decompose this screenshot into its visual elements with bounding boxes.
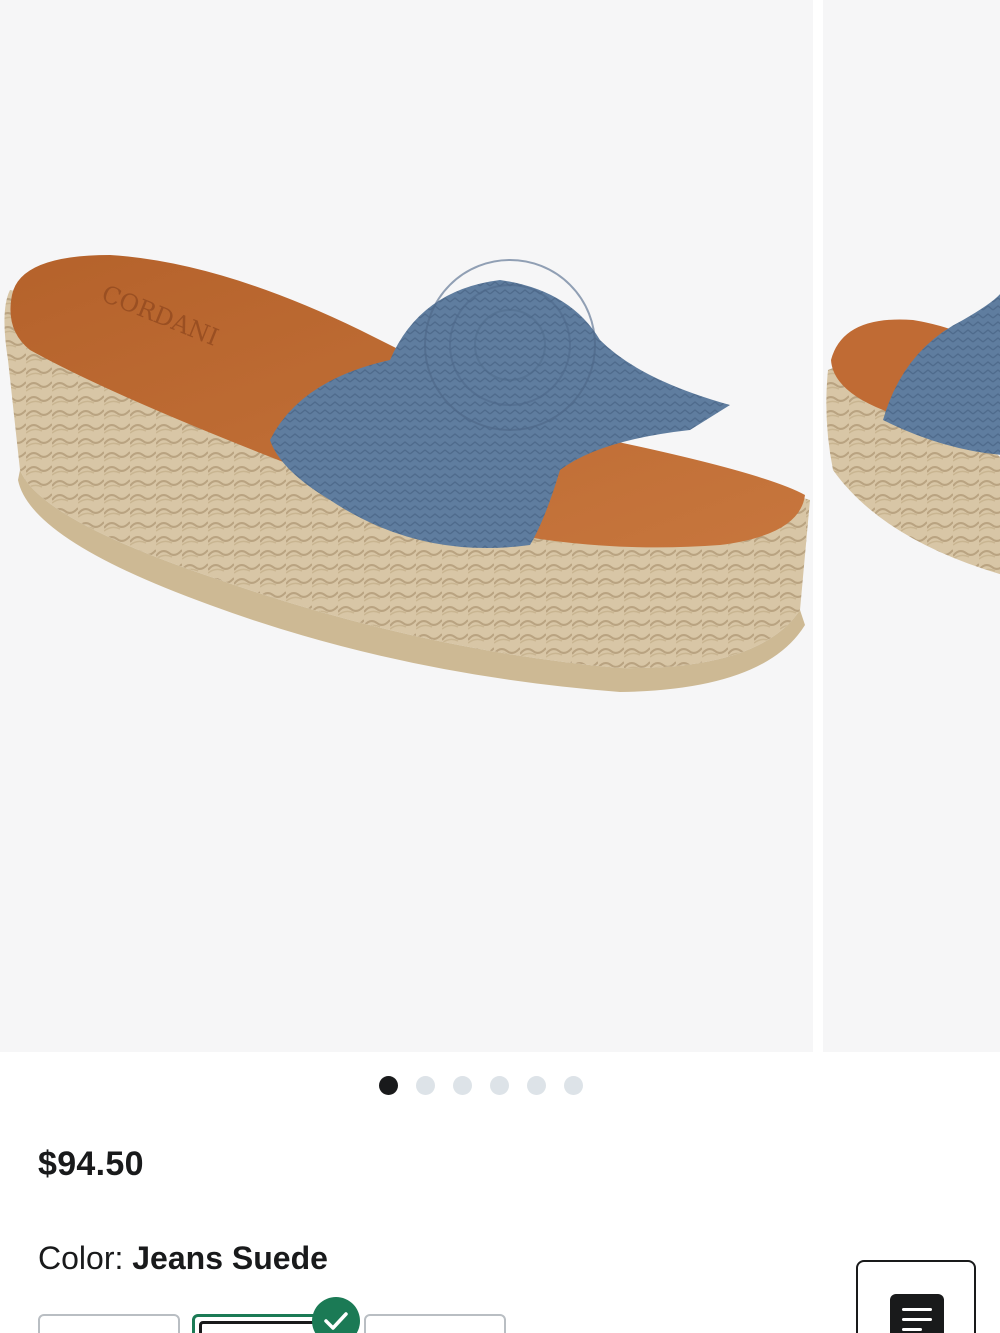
list-icon: [890, 1294, 944, 1333]
carousel-dot[interactable]: [416, 1076, 435, 1095]
product-image-carousel[interactable]: CORDANI: [0, 0, 1000, 1052]
color-value: Jeans Suede: [132, 1240, 328, 1276]
carousel-pagination: [0, 1076, 962, 1095]
sandal-illustration-next: [826, 294, 1000, 575]
next-product-image[interactable]: [823, 0, 1000, 1052]
carousel-dot[interactable]: [564, 1076, 583, 1095]
color-swatch[interactable]: [38, 1314, 180, 1333]
carousel-dot[interactable]: [379, 1076, 398, 1095]
sandal-illustration: CORDANI: [4, 255, 810, 692]
product-price: $94.50: [38, 1145, 144, 1183]
carousel-dot[interactable]: [453, 1076, 472, 1095]
color-swatch[interactable]: [364, 1314, 506, 1333]
color-selection-label: Color: Jeans Suede: [38, 1240, 328, 1277]
carousel-dot[interactable]: [527, 1076, 546, 1095]
checkmark-icon: [312, 1297, 360, 1333]
product-image[interactable]: CORDANI: [0, 0, 813, 1052]
menu-button[interactable]: [856, 1260, 976, 1333]
carousel-dot[interactable]: [490, 1076, 509, 1095]
color-label: Color:: [38, 1240, 124, 1276]
